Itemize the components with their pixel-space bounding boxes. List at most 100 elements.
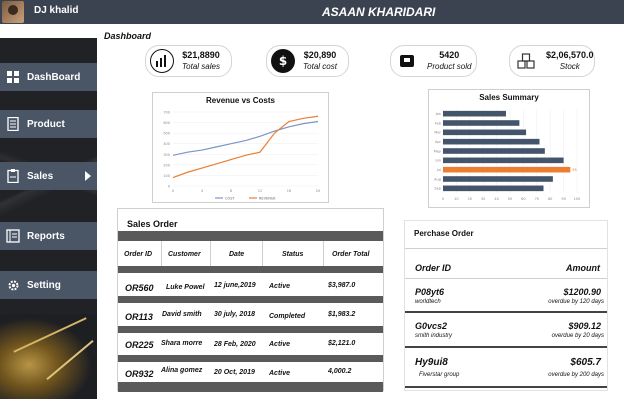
table-band: [118, 355, 383, 362]
column-header[interactable]: Amount: [566, 263, 600, 273]
order-total: $2,121.0: [328, 340, 356, 347]
sidebar-item-setting[interactable]: Setting: [0, 271, 97, 299]
y-tick-label: 500: [163, 132, 170, 136]
dollar-icon: $: [271, 49, 295, 73]
column-header[interactable]: Customer: [168, 251, 201, 258]
x-tick-label: 8: [230, 189, 232, 193]
grid-icon: [6, 70, 20, 84]
x-tick-label: 90: [561, 197, 565, 201]
x-tick-label: 70: [535, 197, 539, 201]
top-header: DJ khalid ASAAN KHARIDARI: [0, 0, 624, 24]
x-tick-label: 12: [258, 189, 262, 193]
table-band: [118, 266, 383, 273]
sales-order-panel: Sales Order Order ID Customer Date Statu…: [117, 208, 384, 392]
x-tick-label: 16: [287, 189, 291, 193]
sidebar-item-reports[interactable]: Reports: [0, 222, 97, 250]
sidebar-item-label: Product: [27, 118, 65, 130]
category-label: Aug: [434, 177, 441, 181]
x-tick-label: 30: [481, 197, 485, 201]
column-header[interactable]: Order ID: [415, 263, 451, 273]
sidebar-item-product[interactable]: Product: [0, 110, 97, 138]
category-label: Feb: [435, 121, 442, 125]
y-tick-label: 100: [163, 174, 170, 178]
sidebar-item-label: Setting: [27, 279, 61, 291]
gear-icon: [6, 278, 20, 292]
vendor: smith industry: [415, 333, 453, 339]
divider: [405, 311, 607, 313]
kpi-total-cost[interactable]: $ $20,890 Total cost: [266, 45, 349, 77]
sidebar-item-label: DashBoard: [27, 71, 81, 83]
table-band: [118, 231, 383, 241]
purchase-order-title: Perchase Order: [414, 229, 474, 238]
customer: Shara morre: [161, 340, 203, 347]
order-id: G0vcs2: [415, 321, 448, 331]
customer: David smith: [162, 311, 202, 318]
customer: Luke Powel: [166, 284, 205, 291]
sidebar-item-sales[interactable]: Sales: [0, 162, 97, 190]
column-divider: [210, 241, 211, 266]
order-total: $3,987.0: [328, 282, 356, 289]
table-band: [118, 382, 383, 392]
y-tick-label: 200: [163, 163, 170, 167]
amount: $909.12: [568, 321, 601, 331]
box-icon: [395, 49, 419, 73]
column-header[interactable]: Order ID: [124, 251, 152, 258]
column-divider: [323, 241, 324, 266]
kpi-stock[interactable]: $2,06,570.0 Stock: [509, 45, 595, 77]
category-label: Sep: [434, 187, 441, 191]
kpi-value: $2,06,570.0: [546, 50, 594, 60]
table-band: [118, 296, 383, 303]
x-tick-label: 80: [548, 197, 552, 201]
amount: $605.7: [570, 357, 601, 368]
status: Active: [269, 341, 291, 348]
sidebar-search-strip: [0, 24, 97, 38]
y-tick-label: 400: [163, 142, 170, 146]
kpi-label: Stock: [559, 62, 580, 71]
category-label: Mar: [434, 131, 441, 135]
sales-summary-chart: Sales Summary 0 10 20 30 40 50 60 70 80 90 100 Jan F…: [428, 89, 590, 208]
table-band: [118, 326, 383, 333]
legend-label: COST: [225, 197, 235, 201]
date: 28 Feb, 2020: [214, 341, 256, 348]
vendor: Fiverstar group: [419, 372, 460, 378]
customer: Alina gomez: [161, 367, 203, 374]
column-header[interactable]: Date: [229, 251, 244, 258]
bar: [443, 176, 553, 182]
x-tick-label: 0: [442, 197, 444, 201]
caret-right-icon[interactable]: [85, 171, 91, 181]
sidebar-item-label: Sales: [27, 170, 54, 182]
bar: [443, 110, 506, 117]
kpi-label: Total cost: [303, 62, 337, 71]
user-name: DJ khalid: [34, 5, 79, 16]
bar: [443, 185, 544, 192]
x-tick-label: 0: [172, 189, 174, 193]
clipboard-icon: [6, 169, 20, 183]
column-header[interactable]: Status: [282, 251, 303, 258]
legend-label: REVENUE: [259, 197, 276, 201]
svg-text:$: $: [279, 54, 287, 68]
order-id: OR560: [125, 283, 154, 293]
date: 12 june,2019: [214, 282, 256, 289]
revenue-vs-costs-chart: Revenue vs Costs 0 100 200 300 400 500 600 700 0…: [152, 92, 329, 203]
kpi-total-sales[interactable]: $21,8890 Total sales: [145, 45, 232, 77]
order-id: OR113: [125, 312, 153, 322]
bar: [443, 157, 564, 164]
vendor: worldtech: [415, 299, 441, 305]
column-header[interactable]: Order Total: [332, 251, 369, 258]
category-label: Apr: [435, 140, 442, 144]
bar: [443, 120, 520, 126]
bar: [443, 148, 545, 154]
due-status: overdue by 120 days: [548, 299, 604, 305]
column-divider: [262, 241, 263, 266]
status: Completed: [269, 313, 306, 320]
avatar[interactable]: [2, 1, 24, 23]
category-label: Jun: [435, 159, 441, 163]
sidebar-item-dashboard[interactable]: DashBoard: [0, 63, 97, 91]
sidebar: DashBoard Product Sales Reports Setting: [0, 24, 97, 399]
line-chart-svg: 0 100 200 300 400 500 600 700 0 4 8 12 16 20 COST REVEN…: [163, 111, 320, 201]
x-tick-label: 20: [316, 189, 320, 193]
order-id: P08yt6: [415, 287, 445, 297]
kpi-product-sold[interactable]: 5420 Product sold: [390, 45, 477, 77]
sidebar-decoration: [0, 314, 97, 399]
status: Active: [269, 370, 291, 377]
